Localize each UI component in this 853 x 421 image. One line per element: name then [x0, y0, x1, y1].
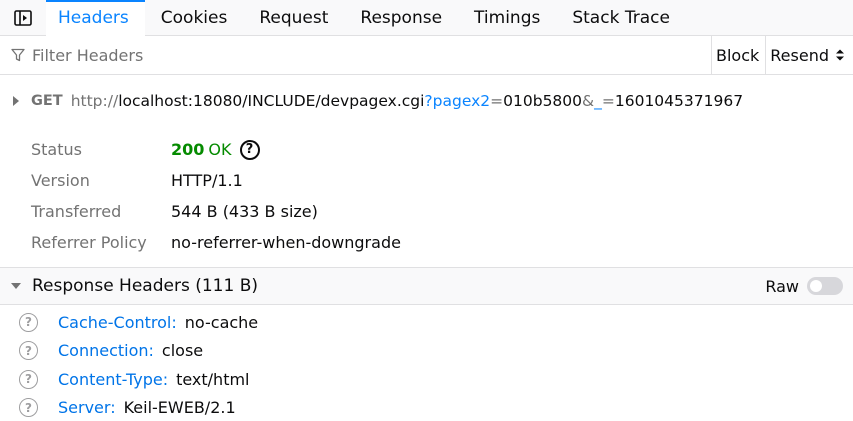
header-row: ? Content-Type: text/html: [0, 365, 853, 394]
funnel-icon: [0, 47, 32, 63]
header-name: Connection:: [58, 341, 154, 361]
block-button-label: Block: [716, 45, 760, 65]
block-button[interactable]: Block: [711, 36, 765, 74]
collapse-twisty[interactable]: [0, 281, 32, 291]
chevron-up-down-icon: [836, 49, 844, 61]
version-label: Version: [31, 171, 90, 190]
referrer-policy-label: Referrer Policy: [31, 233, 147, 252]
raw-toggle-switch[interactable]: [807, 277, 843, 295]
header-help-button[interactable]: ?: [0, 398, 58, 418]
status-label: Status: [31, 140, 82, 159]
tab-timings[interactable]: Timings: [458, 0, 556, 36]
response-headers-list: ? Cache-Control: no-cache ? Connection: …: [0, 308, 853, 421]
version-value: HTTP/1.1: [171, 171, 243, 190]
sidebar-toggle-icon: [14, 9, 32, 26]
summary-row-version: Version HTTP/1.1: [0, 165, 853, 196]
question-circle-icon: ?: [19, 312, 38, 332]
raw-toggle-label: Raw: [765, 276, 799, 296]
url-equals: =: [490, 92, 504, 110]
header-name: Server:: [58, 398, 116, 418]
header-help-button[interactable]: ?: [0, 369, 58, 389]
status-text: OK: [208, 140, 232, 159]
tab-cookies[interactable]: Cookies: [145, 0, 244, 36]
header-name: Content-Type:: [58, 369, 169, 389]
tab-stack-trace[interactable]: Stack Trace: [556, 0, 686, 36]
header-value: no-cache: [184, 312, 259, 332]
status-value: 200 OK ?: [171, 139, 260, 160]
question-circle-icon: ?: [19, 398, 38, 418]
request-method: GET: [31, 93, 63, 109]
request-url-row[interactable]: GET http://localhost:18080/INCLUDE/devpa…: [0, 86, 853, 116]
question-circle-icon[interactable]: ?: [239, 139, 260, 160]
header-help-button[interactable]: ?: [0, 341, 58, 361]
summary-row-referrer: Referrer Policy no-referrer-when-downgra…: [0, 227, 853, 258]
header-help-button[interactable]: ?: [0, 312, 58, 332]
filter-headers-input[interactable]: [32, 36, 711, 74]
expand-twisty[interactable]: [0, 95, 31, 107]
filter-toolbar: Block Resend: [0, 36, 853, 75]
referrer-policy-value: no-referrer-when-downgrade: [171, 233, 401, 252]
resend-button-label: Resend: [770, 45, 829, 65]
resend-button[interactable]: Resend: [765, 36, 853, 74]
url-param-value: 010b5800: [503, 92, 583, 110]
url-host-path: localhost:18080/INCLUDE/devpagex.cgi: [118, 92, 425, 110]
toggle-knob: [810, 280, 822, 292]
question-circle-icon: ?: [19, 341, 38, 361]
header-value: Keil-EWEB/2.1: [123, 398, 236, 418]
tab-headers[interactable]: Headers: [46, 0, 145, 36]
status-code: 200: [171, 140, 205, 159]
url-scheme: http://: [70, 92, 119, 110]
header-row: ? Server: Keil-EWEB/2.1: [0, 394, 853, 421]
summary-row-status: Status 200 OK ?: [0, 134, 853, 165]
question-circle-icon: ?: [19, 369, 38, 389]
response-headers-title: Response Headers (111 B): [32, 276, 258, 296]
tab-response[interactable]: Response: [344, 0, 458, 36]
triangle-down-icon: [11, 283, 21, 289]
url-equals: =: [601, 92, 615, 110]
tab-request[interactable]: Request: [243, 0, 344, 36]
response-headers-section[interactable]: Response Headers (111 B) Raw: [0, 267, 853, 305]
header-name: Cache-Control:: [58, 312, 177, 332]
url-param-value: 1601045371967: [614, 92, 744, 110]
request-summary: Status 200 OK ? Version HTTP/1.1 Transfe…: [0, 134, 853, 258]
triangle-right-icon: [12, 96, 19, 106]
details-tab-bar: Headers Cookies Request Response Timings…: [0, 0, 853, 36]
toggle-sidebar-button[interactable]: [0, 0, 46, 35]
transferred-label: Transferred: [31, 202, 122, 221]
url-param-key: _: [594, 92, 602, 110]
header-row: ? Connection: close: [0, 337, 853, 366]
url-ampersand: &: [582, 92, 595, 110]
header-row: ? Cache-Control: no-cache: [0, 308, 853, 337]
summary-row-transferred: Transferred 544 B (433 B size): [0, 196, 853, 227]
transferred-value: 544 B (433 B size): [171, 202, 318, 221]
header-value: close: [161, 341, 204, 361]
url-query-mark: ?: [424, 92, 433, 110]
header-value: text/html: [176, 369, 250, 389]
url-param-key: pagex2: [432, 92, 491, 110]
